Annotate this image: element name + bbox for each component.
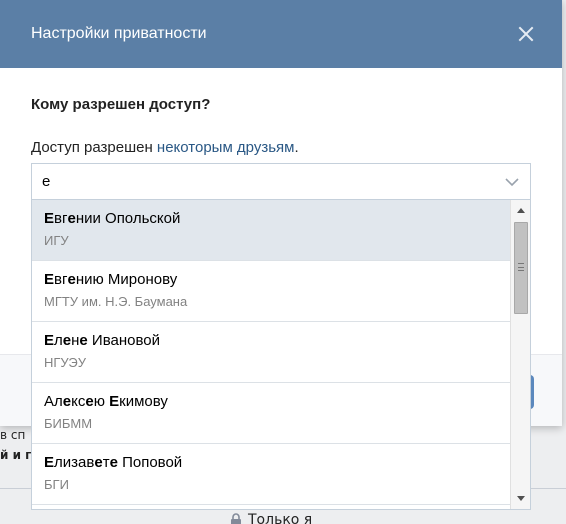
friend-name: Елизавете Поповой	[44, 454, 510, 472]
background-text: й и г	[0, 448, 32, 462]
match-highlight: Е	[109, 393, 120, 410]
chevron-down-icon[interactable]	[504, 175, 520, 189]
match-highlight: е	[67, 210, 76, 227]
friend-name: Алексею Екимову	[44, 393, 510, 411]
match-highlight: е	[62, 393, 72, 410]
scrollbar-thumb[interactable]	[514, 222, 528, 314]
name-text: Ивановой	[87, 332, 161, 349]
scroll-down-arrow-icon[interactable]	[516, 495, 526, 503]
friend-university: МГТУ им. Н.Э. Баумана	[44, 294, 188, 309]
access-link-some-friends[interactable]: некоторым друзьям	[157, 139, 295, 156]
match-highlight: Е	[44, 271, 55, 288]
friend-search-input[interactable]	[42, 173, 482, 190]
suggestions-dropdown: Евгении Опольской ИГУ Евгению Миронову МГТУ…	[31, 199, 531, 510]
name-text: нии Опольской	[75, 210, 181, 227]
list-item[interactable]: Елене Ивановой НГУЭУ	[32, 322, 510, 383]
lock-icon	[231, 513, 241, 524]
background-text: в сп	[0, 428, 26, 442]
name-text: т	[102, 454, 110, 471]
friend-name: Евгению Миронову	[44, 271, 510, 289]
name-text: Поповой	[117, 454, 183, 471]
access-description: Доступ разрешен некоторым друзьям.	[31, 139, 531, 156]
name-text: вг	[54, 210, 68, 227]
grip-icon	[518, 263, 524, 271]
match-highlight: Е	[44, 454, 55, 471]
scroll-up-arrow-icon[interactable]	[516, 206, 526, 214]
modal-header: Настройки приватности	[0, 0, 562, 68]
list-item[interactable]: Елизавете Поповой БГИ	[32, 444, 510, 505]
name-text: л	[54, 332, 63, 349]
privacy-option-label: Только я	[248, 512, 313, 524]
name-text: лизав	[54, 454, 95, 471]
suggestions-list: Евгении Опольской ИГУ Евгению Миронову МГТУ…	[32, 200, 510, 505]
name-text: кс	[71, 393, 86, 410]
name-text: Ал	[44, 393, 63, 410]
access-suffix: .	[294, 139, 299, 156]
modal-body: Кому разрешен доступ? Доступ разрешен не…	[0, 68, 562, 156]
friend-name: Евгении Опольской	[44, 210, 510, 228]
match-highlight: е	[62, 332, 72, 349]
friend-university: БИБММ	[44, 416, 93, 431]
access-prefix: Доступ разрешен	[31, 139, 157, 156]
name-text: ю	[93, 393, 110, 410]
access-question: Кому разрешен доступ?	[31, 96, 211, 113]
friend-search-combobox[interactable]	[31, 163, 531, 199]
friend-university: НГУЭУ	[44, 355, 87, 370]
friend-name: Елене Ивановой	[44, 332, 510, 350]
close-icon	[518, 26, 534, 42]
close-button[interactable]	[514, 22, 538, 46]
list-item[interactable]: Евгении Опольской ИГУ	[32, 200, 510, 261]
name-text: кимову	[119, 393, 168, 410]
list-item[interactable]: Евгению Миронову МГТУ им. Н.Э. Баумана	[32, 261, 510, 322]
name-text: вг	[54, 271, 68, 288]
scrollbar[interactable]	[510, 200, 530, 509]
friend-university: БГИ	[44, 477, 69, 492]
match-highlight: е	[67, 271, 76, 288]
privacy-option-only-me[interactable]: Только я	[230, 512, 312, 524]
modal-title: Настройки приватности	[31, 25, 207, 42]
list-item[interactable]: Алексею Екимову БИБММ	[32, 383, 510, 444]
match-highlight: Е	[44, 332, 55, 349]
match-highlight: е	[85, 393, 94, 410]
match-highlight: Е	[44, 210, 55, 227]
match-highlight: е	[94, 454, 103, 471]
match-highlight: е	[109, 454, 118, 471]
name-text: нию Миронову	[75, 271, 178, 288]
friend-university: ИГУ	[44, 233, 69, 248]
match-highlight: е	[79, 332, 88, 349]
